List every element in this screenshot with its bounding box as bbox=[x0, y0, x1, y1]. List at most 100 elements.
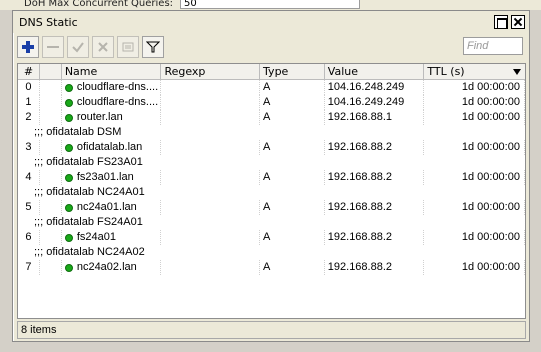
row-name-text: cloudflare-dns.... bbox=[76, 81, 159, 93]
row-flag bbox=[40, 230, 62, 245]
row-regexp bbox=[161, 170, 261, 185]
comment-row[interactable]: ;;; ofidatalab FS23A01 bbox=[18, 155, 525, 170]
enabled-status-icon bbox=[64, 173, 73, 182]
row-flag bbox=[40, 200, 62, 215]
row-value: 192.168.88.2 bbox=[325, 140, 425, 155]
row-name: fs23a01.lan bbox=[62, 170, 162, 185]
table-body: 0 cloudflare-dns.... A 104.16.248.249 1d 00:… bbox=[18, 80, 525, 275]
row-regexp bbox=[161, 230, 261, 245]
row-name: cloudflare-dns.... bbox=[62, 80, 162, 95]
row-number: 6 bbox=[18, 230, 40, 245]
row-regexp bbox=[161, 80, 261, 95]
status-bar: 8 items bbox=[17, 321, 526, 339]
row-number: 5 bbox=[18, 200, 40, 215]
column-header-flag[interactable] bbox=[40, 64, 62, 79]
comment-row[interactable]: ;;; ofidatalab NC24A02 bbox=[18, 245, 525, 260]
maximize-button[interactable] bbox=[494, 15, 508, 29]
comment-button[interactable] bbox=[117, 36, 139, 58]
column-header-number[interactable]: # bbox=[18, 64, 40, 79]
remove-button[interactable] bbox=[42, 36, 64, 58]
enabled-status-icon bbox=[64, 113, 73, 122]
enabled-status-icon bbox=[64, 263, 73, 272]
comment-row[interactable]: ;;; ofidatalab FS24A01 bbox=[18, 215, 525, 230]
background-label: DoH Max Concurrent Queries: bbox=[24, 0, 174, 9]
row-value: 192.168.88.2 bbox=[325, 200, 425, 215]
row-ttl: 1d 00:00:00 bbox=[424, 230, 525, 245]
add-button[interactable] bbox=[17, 36, 39, 58]
row-flag bbox=[40, 170, 62, 185]
disable-button[interactable] bbox=[92, 36, 114, 58]
table-row[interactable]: 2 router.lan A 192.168.88.1 1d 00:00:00 bbox=[18, 110, 525, 125]
row-number: 0 bbox=[18, 80, 40, 95]
row-value: 192.168.88.2 bbox=[325, 260, 425, 275]
row-name-text: nc24a02.lan bbox=[76, 261, 137, 273]
enabled-status-icon bbox=[64, 98, 73, 107]
column-header-value[interactable]: Value bbox=[325, 64, 425, 79]
table-row[interactable]: 4 fs23a01.lan A 192.168.88.2 1d 00:00:00 bbox=[18, 170, 525, 185]
row-number: 2 bbox=[18, 110, 40, 125]
table-row[interactable]: 0 cloudflare-dns.... A 104.16.248.249 1d 00:… bbox=[18, 80, 525, 95]
table-header: # Name Regexp Type Value TTL (s) bbox=[18, 64, 525, 80]
filter-button[interactable] bbox=[142, 36, 164, 58]
add-icon bbox=[22, 41, 34, 53]
dns-static-window: DNS Static Find # Name Regexp Type Value… bbox=[12, 10, 530, 342]
comment-row[interactable]: ;;; ofidatalab DSM bbox=[18, 125, 525, 140]
table-row[interactable]: 1 cloudflare-dns.... A 104.16.249.249 1d 00:… bbox=[18, 95, 525, 110]
column-header-name[interactable]: Name bbox=[62, 64, 162, 79]
row-name: fs24a01 bbox=[62, 230, 162, 245]
column-header-type[interactable]: Type bbox=[260, 64, 325, 79]
row-value: 104.16.249.249 bbox=[325, 95, 425, 110]
row-name: ofidatalab.lan bbox=[62, 140, 162, 155]
row-name: nc24a01.lan bbox=[62, 200, 162, 215]
table-row[interactable]: 6 fs24a01 A 192.168.88.2 1d 00:00:00 bbox=[18, 230, 525, 245]
row-regexp bbox=[161, 95, 261, 110]
enable-icon bbox=[72, 42, 84, 53]
enabled-status-icon bbox=[64, 233, 73, 242]
row-type: A bbox=[260, 200, 325, 215]
background-window: DoH Max Concurrent Queries: 50 bbox=[0, 0, 541, 10]
row-ttl: 1d 00:00:00 bbox=[424, 200, 525, 215]
enable-button[interactable] bbox=[67, 36, 89, 58]
row-value: 192.168.88.2 bbox=[325, 230, 425, 245]
row-flag bbox=[40, 95, 62, 110]
table-row[interactable]: 5 nc24a01.lan A 192.168.88.2 1d 00:00:00 bbox=[18, 200, 525, 215]
find-input[interactable] bbox=[463, 37, 523, 55]
enabled-status-icon bbox=[64, 143, 73, 152]
row-ttl: 1d 00:00:00 bbox=[424, 95, 525, 110]
row-regexp bbox=[161, 260, 261, 275]
row-ttl: 1d 00:00:00 bbox=[424, 140, 525, 155]
window-controls bbox=[494, 15, 525, 29]
row-value: 192.168.88.2 bbox=[325, 170, 425, 185]
toolbar bbox=[13, 33, 529, 61]
filter-icon bbox=[146, 41, 160, 53]
background-value-field[interactable]: 50 bbox=[180, 0, 360, 9]
table-row[interactable]: 3 ofidatalab.lan A 192.168.88.2 1d 00:00:00 bbox=[18, 140, 525, 155]
row-type: A bbox=[260, 80, 325, 95]
row-ttl: 1d 00:00:00 bbox=[424, 110, 525, 125]
row-flag bbox=[40, 80, 62, 95]
row-name-text: ofidatalab.lan bbox=[76, 141, 143, 153]
row-type: A bbox=[260, 110, 325, 125]
row-type: A bbox=[260, 140, 325, 155]
row-flag bbox=[40, 140, 62, 155]
row-name: nc24a02.lan bbox=[62, 260, 162, 275]
table-row[interactable]: 7 nc24a02.lan A 192.168.88.2 1d 00:00:00 bbox=[18, 260, 525, 275]
row-name: cloudflare-dns.... bbox=[62, 95, 162, 110]
close-button[interactable] bbox=[511, 15, 525, 29]
enabled-status-icon bbox=[64, 203, 73, 212]
column-header-regexp[interactable]: Regexp bbox=[161, 64, 261, 79]
comment-icon bbox=[122, 42, 134, 52]
column-menu-arrow-icon[interactable] bbox=[513, 69, 521, 75]
row-name-text: nc24a01.lan bbox=[76, 201, 137, 213]
title-bar[interactable]: DNS Static bbox=[13, 11, 529, 33]
disable-icon bbox=[98, 42, 108, 52]
row-value: 104.16.248.249 bbox=[325, 80, 425, 95]
row-ttl: 1d 00:00:00 bbox=[424, 170, 525, 185]
row-number: 7 bbox=[18, 260, 40, 275]
row-number: 1 bbox=[18, 95, 40, 110]
comment-row[interactable]: ;;; ofidatalab NC24A01 bbox=[18, 185, 525, 200]
row-name-text: cloudflare-dns.... bbox=[76, 96, 159, 108]
column-header-ttl[interactable]: TTL (s) bbox=[424, 64, 525, 79]
row-regexp bbox=[161, 140, 261, 155]
row-type: A bbox=[260, 170, 325, 185]
